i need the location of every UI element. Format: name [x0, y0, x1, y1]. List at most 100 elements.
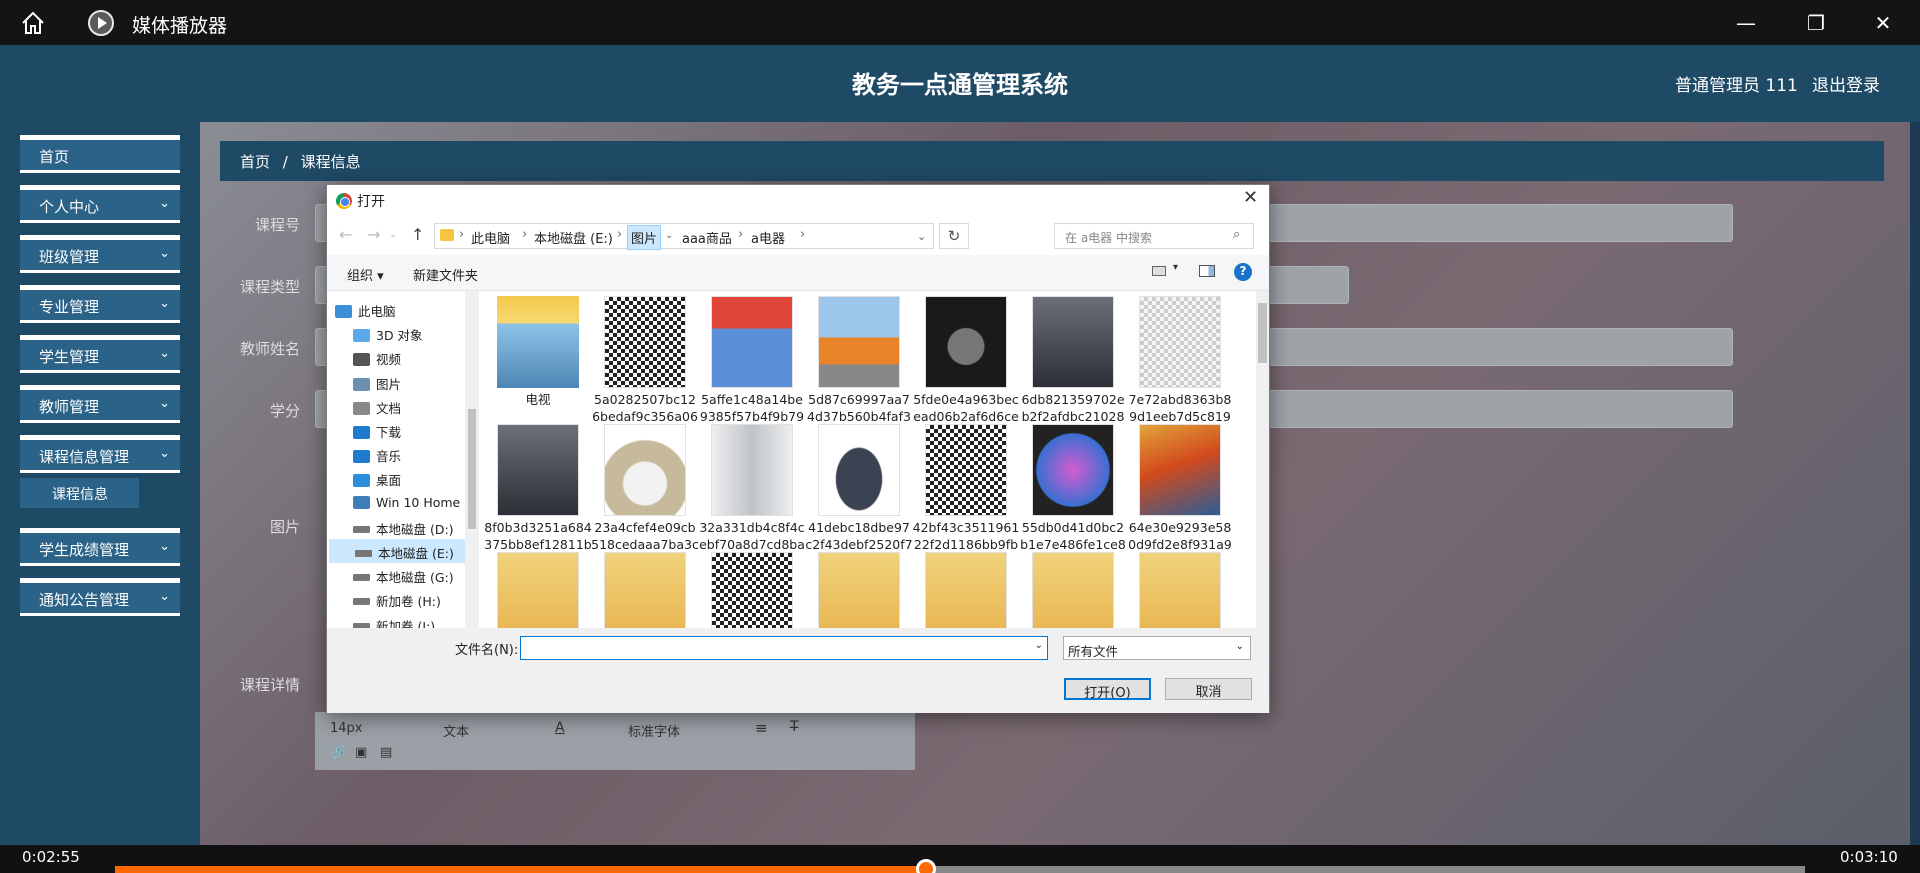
pictures-icon: [353, 377, 370, 391]
image-thumbnail: [497, 552, 579, 628]
file-scrollbar[interactable]: [1256, 291, 1269, 628]
file-item[interactable]: [698, 547, 806, 628]
file-scroll-thumb[interactable]: [1258, 303, 1267, 363]
minimize-button[interactable]: —: [1716, 0, 1776, 45]
image-thumbnail: [1139, 424, 1221, 516]
home-icon[interactable]: [20, 10, 46, 36]
folder-icon: [440, 229, 454, 241]
path-separator: ›: [800, 227, 806, 242]
organize-button[interactable]: 组织 ▾: [347, 265, 384, 284]
filename-input[interactable]: ⌄: [520, 636, 1048, 660]
path-dropdown-icon[interactable]: ⌄: [665, 230, 673, 241]
clear-format-icon[interactable]: T̶: [790, 719, 799, 735]
sidebar-item-1[interactable]: 个人中心 ⌄: [20, 185, 180, 223]
address-dropdown-icon[interactable]: ⌄: [917, 230, 926, 243]
tree-item-1[interactable]: 3D 对象: [353, 321, 465, 345]
recent-locations-icon[interactable]: ⌄: [389, 229, 397, 240]
tree-item-0[interactable]: 此电脑: [335, 297, 455, 321]
image-thumbnail: [1139, 552, 1221, 628]
tree-item-label: 本地磁盘 (G:): [376, 570, 454, 586]
tree-item-8[interactable]: Win 10 Home x: [353, 491, 465, 515]
logout-link[interactable]: 退出登录: [1812, 71, 1880, 96]
tree-item-4[interactable]: 文档: [353, 394, 465, 418]
path-a-appliance[interactable]: a电器: [751, 228, 785, 247]
tree-item-10[interactable]: 本地磁盘 (E:): [329, 539, 465, 563]
seek-handle[interactable]: [916, 859, 937, 873]
restore-button[interactable]: ❐: [1786, 0, 1846, 45]
cancel-button[interactable]: 取消: [1165, 678, 1252, 700]
dialog-close-button[interactable]: ✕: [1243, 187, 1258, 208]
path-drive-e[interactable]: 本地磁盘 (E:): [534, 228, 613, 247]
sidebar-item-4[interactable]: 学生管理 ⌄: [20, 335, 180, 373]
address-bar[interactable]: › 此电脑 › 本地磁盘 (E:) › 图片 ⌄ aaa商品 › a电器 › ⌄: [434, 223, 934, 250]
view-dropdown-icon[interactable]: ▾: [1173, 262, 1178, 273]
sidebar-item-7[interactable]: 学生成绩管理 ⌄: [20, 528, 180, 566]
text-color-icon[interactable]: A: [555, 720, 565, 736]
sidebar-item-5[interactable]: 教师管理 ⌄: [20, 385, 180, 423]
dialog-search-input[interactable]: 在 a电器 中搜索 ⌕: [1054, 223, 1254, 249]
tree-item-3[interactable]: 图片: [353, 370, 465, 394]
refresh-icon[interactable]: ↻: [939, 223, 969, 249]
sidebar-item-6[interactable]: 课程信息管理 ⌄: [20, 435, 180, 473]
new-folder-button[interactable]: 新建文件夹: [413, 265, 478, 284]
desktop-icon: [353, 474, 370, 488]
breadcrumb-home[interactable]: 首页: [240, 153, 270, 171]
filename-dropdown-icon[interactable]: ⌄: [1035, 640, 1043, 651]
image-thumbnail: [818, 296, 900, 388]
tree-item-label: 新加卷 (H:): [376, 594, 441, 610]
tree-item-5[interactable]: 下载: [353, 418, 465, 442]
align-icon[interactable]: ≡: [755, 719, 768, 737]
file-item[interactable]: [912, 547, 1020, 628]
up-icon[interactable]: ↑: [411, 225, 424, 244]
tree-item-12[interactable]: 新加卷 (H:): [353, 587, 465, 611]
file-item[interactable]: [484, 547, 592, 628]
editor-toolbar: 14px 文本 标准字体 A ≡ T̶ 🔗 ▣ ▤: [315, 712, 915, 770]
preview-pane-icon[interactable]: [1199, 265, 1215, 277]
format-select[interactable]: 文本: [443, 721, 469, 740]
sidebar-subitem-course-info[interactable]: 课程信息: [20, 478, 139, 508]
sidebar-item-3[interactable]: 专业管理 ⌄: [20, 285, 180, 323]
link-icon[interactable]: 🔗: [330, 745, 346, 760]
font-size-select[interactable]: 14px: [330, 721, 363, 736]
video-icon[interactable]: ▤: [380, 745, 392, 760]
forward-icon[interactable]: →: [367, 225, 380, 244]
tree-item-9[interactable]: 本地磁盘 (D:): [353, 515, 465, 539]
image-thumbnail: [604, 424, 686, 516]
close-window-button[interactable]: ✕: [1853, 0, 1913, 45]
current-user: 普通管理员 111: [1675, 76, 1798, 96]
font-family-select[interactable]: 标准字体: [628, 721, 680, 740]
tree-item-label: 本地磁盘 (D:): [376, 521, 454, 537]
file-item[interactable]: [1126, 547, 1234, 628]
path-pictures[interactable]: 图片: [627, 225, 662, 250]
tree-item-label: Win 10 Home x: [376, 494, 465, 510]
sidebar-item-0[interactable]: 首页: [20, 135, 180, 173]
tree-item-11[interactable]: 本地磁盘 (G:): [353, 563, 465, 587]
file-item[interactable]: [591, 547, 699, 628]
navigation-scroll-thumb[interactable]: [468, 409, 476, 529]
back-icon[interactable]: ←: [339, 225, 352, 244]
chevron-down-icon: ⌄: [159, 589, 170, 604]
app-header: 教务一点通管理系统 普通管理员 111 退出登录: [0, 45, 1920, 122]
filetype-select[interactable]: 所有文件 ⌄: [1063, 636, 1251, 660]
path-aaa[interactable]: aaa商品: [682, 228, 732, 247]
sidebar-item-2[interactable]: 班级管理 ⌄: [20, 235, 180, 273]
drive-icon: [353, 525, 370, 533]
sidebar-item-8[interactable]: 通知公告管理 ⌄: [20, 578, 180, 616]
image-thumbnail: [1032, 552, 1114, 628]
path-this-pc[interactable]: 此电脑: [471, 228, 510, 247]
tree-item-6[interactable]: 音乐: [353, 442, 465, 466]
image-icon[interactable]: ▣: [355, 745, 367, 760]
view-icon[interactable]: [1152, 266, 1166, 276]
open-button[interactable]: 打开(O): [1064, 678, 1151, 701]
navigation-scrollbar[interactable]: [465, 291, 479, 628]
breadcrumb-separator: /: [282, 153, 288, 171]
tree-item-7[interactable]: 桌面: [353, 466, 465, 490]
file-item[interactable]: [1019, 547, 1127, 628]
help-icon[interactable]: ?: [1234, 263, 1252, 281]
teacher-name-label: 教师姓名: [239, 340, 300, 358]
chevron-down-icon: ⌄: [159, 296, 170, 311]
dialog-toolbar: 组织 ▾ 新建文件夹 ▾ ?: [327, 255, 1269, 291]
file-item[interactable]: [805, 547, 913, 628]
tree-item-2[interactable]: 视频: [353, 345, 465, 369]
tree-item-label: 视频: [376, 352, 402, 368]
